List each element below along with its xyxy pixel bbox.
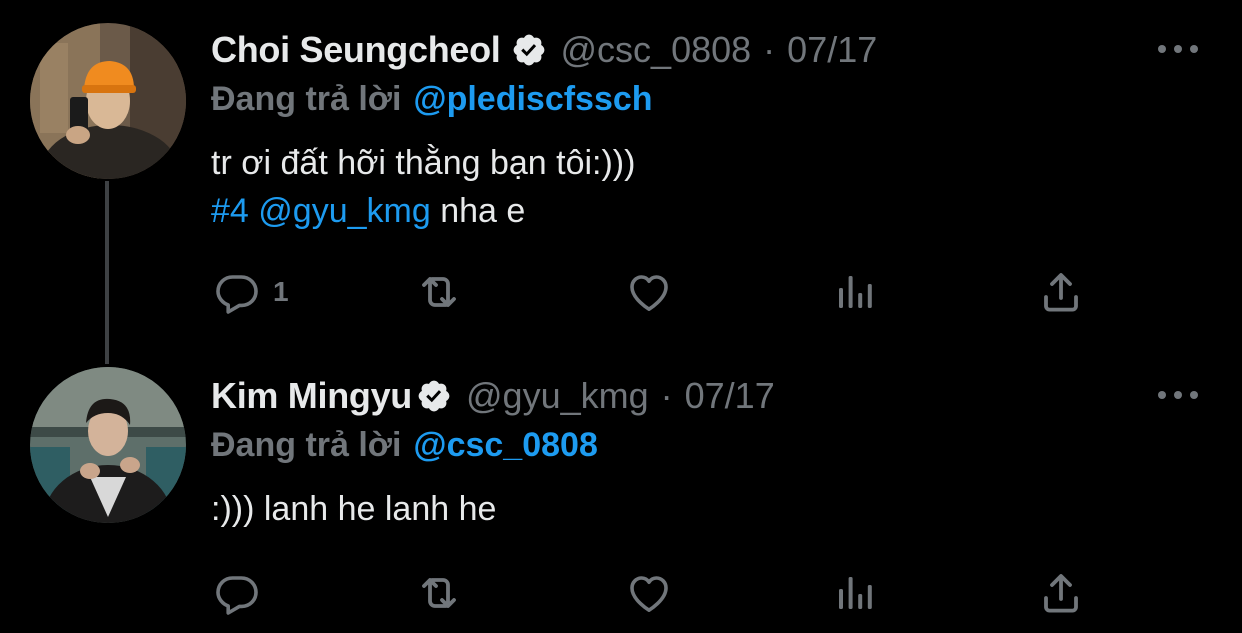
like-button[interactable] [625,267,673,317]
reply-button[interactable]: 1 [213,267,289,317]
retweet-button[interactable] [415,568,463,618]
verified-badge-icon [511,32,547,68]
separator-dot: · [660,375,673,416]
verified-badge-icon [416,378,452,414]
replying-to-label: Đang trả lời [211,425,402,464]
user-handle[interactable]: @gyu_kmg [466,375,649,417]
reply-count: 1 [273,276,289,307]
tweet-header: Kim Mingyu @gyu_kmg · 07/17 [211,372,775,420]
separator-dot: · [763,29,776,70]
like-button[interactable] [625,568,673,618]
reply-icon [213,268,261,316]
replying-to: Đang trả lời @csc_0808 [211,422,598,468]
avatar[interactable] [30,23,186,179]
retweet-icon [415,268,463,316]
tweet-header: Choi Seungcheol @csc_0808 · 07/17 [211,26,877,74]
tweet-text-line: tr ơi đất hỡi thằng bạn tôi:))) [211,144,636,182]
tweet-text-rest: nha e [430,192,526,230]
share-icon [1037,268,1085,316]
avatar[interactable] [30,367,186,523]
replying-to-handle[interactable]: @plediscfssch [413,80,652,119]
more-icon[interactable] [1158,389,1198,401]
replying-to-handle[interactable]: @csc_0808 [413,426,597,465]
replying-to-label: Đang trả lời [211,79,402,118]
reply-icon [213,569,261,617]
share-icon [1037,569,1085,617]
more-icon[interactable] [1158,43,1198,55]
replying-to: Đang trả lời @plediscfssch [211,76,653,122]
display-name[interactable]: Choi Seungcheol [211,29,501,71]
reply-button[interactable] [213,568,273,618]
retweet-button[interactable] [415,267,463,317]
views-button[interactable] [831,267,879,317]
tweet-text: :))) lanh he lanh he [211,485,496,533]
avatar-photo [30,367,186,523]
views-icon [831,569,879,617]
views-button[interactable] [831,568,879,618]
user-handle[interactable]: @csc_0808 [561,29,752,71]
tweet-date[interactable]: 07/17 [787,29,877,71]
heart-icon [625,569,673,617]
tweet-text: tr ơi đất hỡi thằng bạn tôi:))) #4 @gyu_… [211,139,635,235]
share-button[interactable] [1037,267,1085,317]
tweet-text-line: :))) lanh he lanh he [211,490,497,528]
hashtag-link[interactable]: #4 [211,192,249,230]
tweet-actions: 1 [211,267,1211,317]
tweet-item[interactable]: Kim Mingyu @gyu_kmg · 07/17 Đang trả lời… [0,346,1242,633]
display-name[interactable]: Kim Mingyu [211,375,412,417]
retweet-icon [415,569,463,617]
tweet-date[interactable]: 07/17 [685,375,775,417]
heart-icon [625,268,673,316]
share-button[interactable] [1037,568,1085,618]
tweet-actions [211,568,1211,618]
tweet-item[interactable]: Choi Seungcheol @csc_0808 · 07/17 Đang t… [0,0,1242,346]
mention-link[interactable]: @gyu_kmg [258,192,430,230]
views-icon [831,268,879,316]
avatar-photo [30,23,186,179]
tweet-text-line: #4 @gyu_kmg nha e [211,187,635,235]
